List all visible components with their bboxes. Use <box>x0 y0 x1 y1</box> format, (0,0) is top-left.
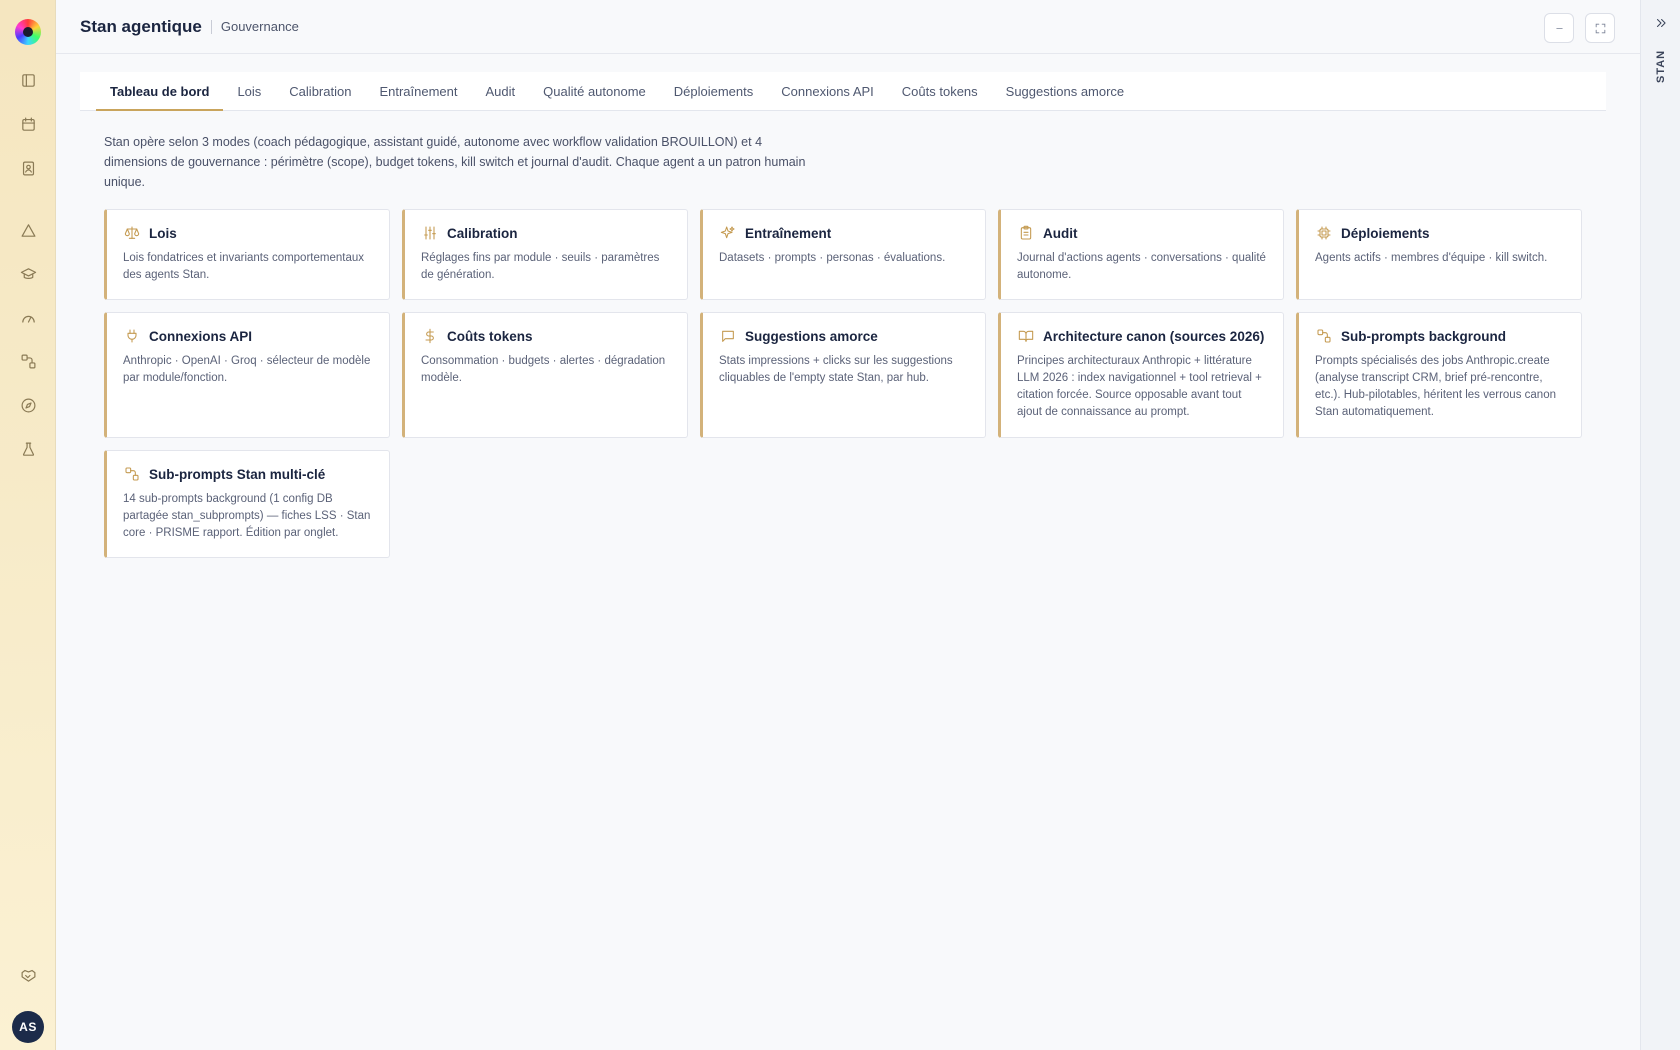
cpu-icon <box>1315 224 1333 242</box>
card-description: Réglages fins par module · seuils · para… <box>421 252 660 281</box>
card-description: Agents actifs · membres d'équipe · kill … <box>1315 252 1548 264</box>
avatar[interactable]: AS <box>12 1011 44 1043</box>
plug-icon <box>123 327 141 345</box>
card-title: Coûts tokens <box>447 328 533 344</box>
card-couts-tokens[interactable]: Coûts tokens Consommation · budgets · al… <box>402 312 688 438</box>
intro-text: Stan opère selon 3 modes (coach pédagogi… <box>104 135 806 189</box>
card-title: Suggestions amorce <box>745 328 878 344</box>
stan-side-panel: STAN <box>1640 0 1680 1050</box>
tab-calibration[interactable]: Calibration <box>275 72 365 110</box>
card-sub-prompts-stan-multi-cle[interactable]: Sub-prompts Stan multi-clé 14 sub-prompt… <box>104 450 390 558</box>
contact-book-icon[interactable] <box>14 154 42 182</box>
tab-lois[interactable]: Lois <box>223 72 275 110</box>
card-title: Architecture canon (sources 2026) <box>1043 328 1265 344</box>
chevrons-right-icon <box>1656 18 1666 28</box>
tab-tableau-de-bord[interactable]: Tableau de bord <box>96 72 224 111</box>
calendar-icon[interactable] <box>14 110 42 138</box>
page-subtitle: Gouvernance <box>220 19 299 34</box>
compass-icon[interactable] <box>14 391 42 419</box>
card-title: Connexions API <box>149 328 253 344</box>
panel-icon[interactable] <box>14 66 42 94</box>
card-calibration[interactable]: Calibration Réglages fins par module · s… <box>402 209 688 300</box>
card-sub-prompts-background[interactable]: Sub-prompts background Prompts spécialis… <box>1296 312 1582 438</box>
tab-entrainement[interactable]: Entraînement <box>365 72 471 110</box>
workflow-icon[interactable] <box>14 347 42 375</box>
card-description: 14 sub-prompts background (1 config DB p… <box>123 493 371 539</box>
tab-couts-tokens[interactable]: Coûts tokens <box>888 72 992 110</box>
workflow-icon <box>123 465 141 483</box>
sparkles-icon <box>719 224 737 242</box>
title-divider <box>210 19 212 34</box>
card-deploiements[interactable]: Déploiements Agents actifs · membres d'é… <box>1296 209 1582 300</box>
graduation-cap-icon[interactable] <box>14 260 42 288</box>
card-description: Stats impressions + clicks sur les sugge… <box>719 355 953 384</box>
tab-deploiements[interactable]: Déploiements <box>660 72 768 110</box>
card-title: Sub-prompts background <box>1341 328 1506 344</box>
stan-panel-label[interactable]: STAN <box>1652 46 1670 86</box>
card-entrainement[interactable]: Entraînement Datasets · prompts · person… <box>700 209 986 300</box>
card-description: Anthropic · OpenAI · Groq · sélecteur de… <box>123 355 371 384</box>
gauge-icon[interactable] <box>14 304 42 332</box>
card-title: Sub-prompts Stan multi-clé <box>149 466 326 482</box>
card-connexions-api[interactable]: Connexions API Anthropic · OpenAI · Groq… <box>104 312 390 438</box>
tab-suggestions-amorce[interactable]: Suggestions amorce <box>992 72 1139 110</box>
card-description: Principes architecturaux Anthropic + lit… <box>1017 355 1262 418</box>
tab-qualite-autonome[interactable]: Qualité autonome <box>529 72 660 110</box>
card-description: Journal d'actions agents · conversations… <box>1017 252 1266 281</box>
expand-panel-button[interactable] <box>1652 14 1670 32</box>
maximize-icon <box>1595 23 1605 33</box>
minus-icon <box>1555 27 1563 29</box>
app-logo[interactable] <box>15 19 41 45</box>
tab-connexions-api[interactable]: Connexions API <box>767 72 888 110</box>
scale-icon <box>123 224 141 242</box>
card-description: Lois fondatrices et invariants comportem… <box>123 252 364 281</box>
card-audit[interactable]: Audit Journal d'actions agents · convers… <box>998 209 1284 300</box>
page-header: Stan agentique Gouvernance <box>56 0 1640 54</box>
card-description: Datasets · prompts · personas · évaluati… <box>719 252 946 264</box>
sliders-icon <box>421 224 439 242</box>
card-suggestions-amorce[interactable]: Suggestions amorce Stats impressions + c… <box>700 312 986 438</box>
message-square-icon <box>719 327 737 345</box>
flask-icon[interactable] <box>14 435 42 463</box>
card-title: Audit <box>1043 225 1078 241</box>
card-title: Calibration <box>447 225 518 241</box>
card-title: Entraînement <box>745 225 832 241</box>
avatar-initials: AS <box>19 1020 37 1034</box>
card-description: Prompts spécialisés des jobs Anthropic.c… <box>1315 355 1556 418</box>
card-lois[interactable]: Lois Lois fondatrices et invariants comp… <box>104 209 390 300</box>
clipboard-icon <box>1017 224 1035 242</box>
card-architecture-canon[interactable]: Architecture canon (sources 2026) Princi… <box>998 312 1284 438</box>
handshake-icon[interactable] <box>14 961 42 989</box>
minimize-button[interactable] <box>1544 13 1574 43</box>
left-rail: AS <box>0 0 56 1050</box>
tab-bar: Tableau de bord Lois Calibration Entraîn… <box>80 72 1606 111</box>
card-description: Consommation · budgets · alertes · dégra… <box>421 355 666 384</box>
tab-audit[interactable]: Audit <box>472 72 530 110</box>
page-title: Stan agentique <box>80 16 202 36</box>
book-open-icon <box>1017 327 1035 345</box>
alert-triangle-icon[interactable] <box>14 216 42 244</box>
fullscreen-button[interactable] <box>1585 13 1615 43</box>
workflow-icon <box>1315 327 1333 345</box>
card-title: Lois <box>149 225 177 241</box>
card-title: Déploiements <box>1341 225 1430 241</box>
dollar-icon <box>421 327 439 345</box>
